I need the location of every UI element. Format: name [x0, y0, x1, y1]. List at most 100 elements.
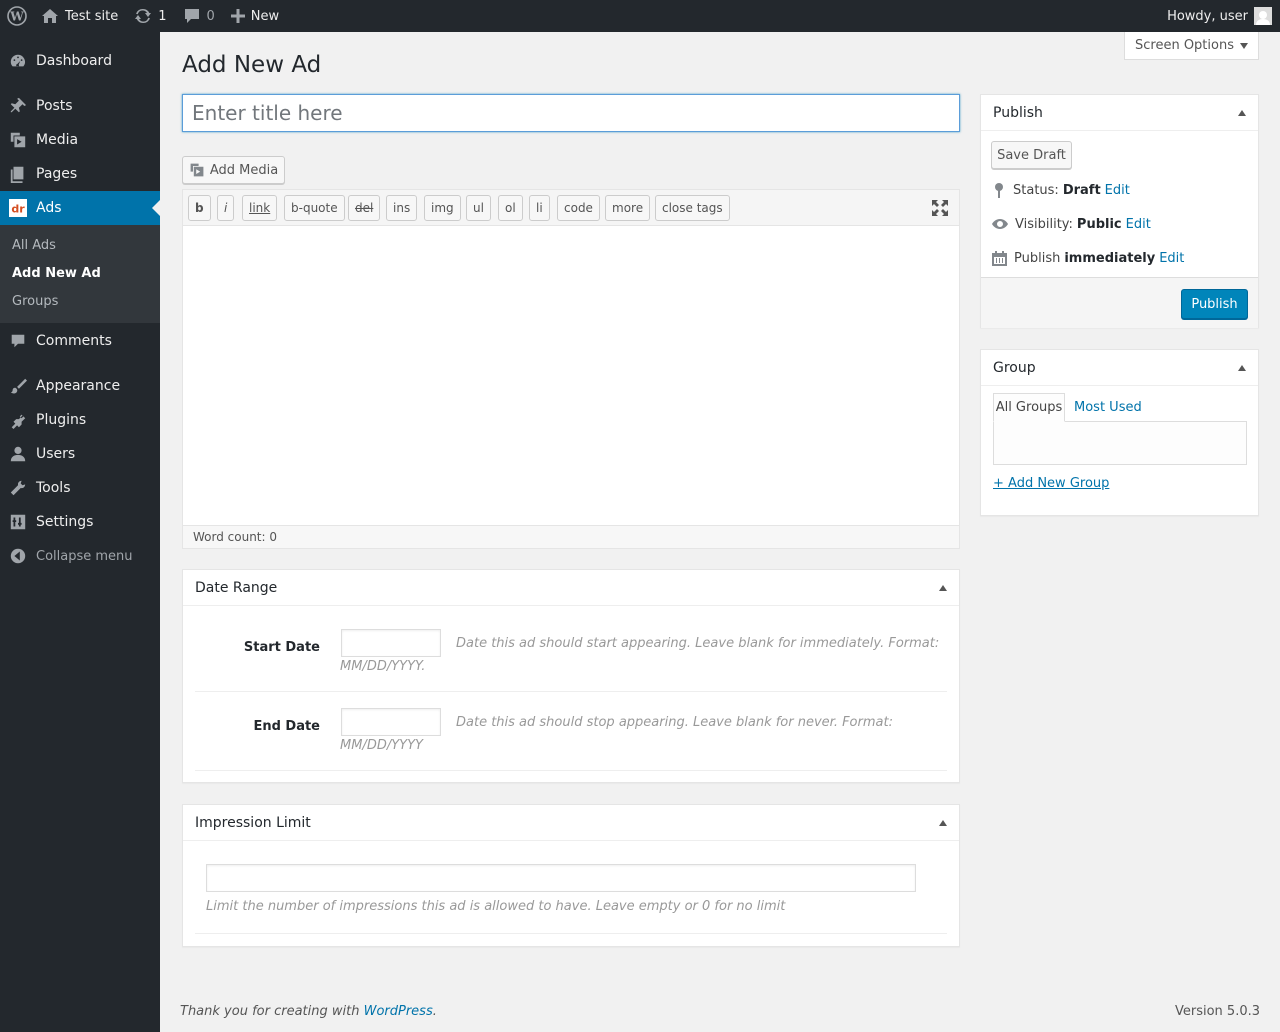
sidebar-item-media[interactable]: Media: [0, 123, 160, 157]
avatar: [1254, 7, 1272, 25]
home-icon: [42, 9, 58, 23]
divider: [195, 770, 947, 771]
sidebar-item-pages[interactable]: Pages: [0, 157, 160, 191]
impression-limit-box: Impression Limit Limit the number of imp…: [182, 804, 960, 947]
impression-limit-description: Limit the number of impressions this ad …: [206, 899, 786, 914]
submenu-groups[interactable]: Groups: [12, 294, 58, 309]
quicktags-toolbar: b i link b-quote del ins img ul ol li co…: [183, 190, 959, 226]
impression-limit-input[interactable]: [206, 864, 916, 892]
comments-link[interactable]: 0: [175, 0, 223, 32]
paintbrush-icon: [10, 378, 27, 394]
tab-most-used[interactable]: Most Used: [1074, 400, 1142, 415]
publish-button[interactable]: Publish: [1181, 289, 1248, 319]
end-date-description: Date this ad should stop appearing. Leav…: [456, 715, 893, 730]
pages-icon: [10, 166, 24, 183]
toggle-arrow-icon[interactable]: [1238, 365, 1246, 371]
box-title: Group: [993, 359, 1036, 376]
qt-img-button[interactable]: img: [424, 195, 461, 221]
screen-options-label: Screen Options: [1135, 38, 1234, 53]
fullscreen-icon[interactable]: [931, 199, 949, 217]
sidebar-item-plugins[interactable]: Plugins: [0, 403, 160, 437]
start-date-input[interactable]: [341, 629, 441, 657]
visibility-value: Public: [1076, 216, 1122, 232]
sidebar-item-appearance[interactable]: Appearance: [0, 369, 160, 403]
sidebar-item-posts[interactable]: Posts: [0, 89, 160, 123]
sidebar-item-dashboard[interactable]: Dashboard: [0, 44, 160, 78]
eye-icon: [992, 219, 1008, 229]
qt-ul-button[interactable]: ul: [466, 195, 491, 221]
new-label: New: [250, 8, 280, 24]
media-icon: [10, 132, 26, 148]
end-date-format: MM/DD/YYYY: [340, 738, 423, 753]
plugin-icon: [11, 412, 26, 429]
sidebar-item-label: Appearance: [36, 378, 121, 394]
qt-link-button[interactable]: link: [242, 195, 278, 221]
footer-thanks: Thank you for creating with WordPress.: [180, 1004, 437, 1019]
qt-bold-button[interactable]: b: [188, 195, 211, 221]
plus-icon: [230, 9, 245, 23]
publish-date-value: immediately: [1064, 251, 1156, 266]
edit-status-link[interactable]: Edit: [1105, 183, 1130, 198]
new-content-link[interactable]: New: [223, 0, 287, 32]
impression-limit-header[interactable]: Impression Limit: [183, 805, 959, 841]
collapse-label: Collapse menu: [36, 548, 133, 564]
start-date-description: Date this ad should start appearing. Lea…: [456, 636, 940, 651]
sidebar-item-label: Posts: [36, 98, 73, 114]
divider: [195, 691, 947, 692]
publish-box: Publish Save Draft Status: Draft Edit Vi…: [980, 94, 1259, 328]
publish-header[interactable]: Publish: [981, 95, 1258, 131]
active-indicator: [152, 200, 160, 216]
my-account[interactable]: Howdy, user: [1167, 0, 1272, 32]
settings-icon: [10, 514, 26, 530]
add-new-group-link[interactable]: + Add New Group: [993, 476, 1109, 491]
site-name-link[interactable]: Test site: [35, 0, 126, 32]
sidebar-item-settings[interactable]: Settings: [0, 505, 160, 539]
sidebar-item-ads[interactable]: dr Ads: [0, 191, 160, 225]
qt-ins-button[interactable]: ins: [386, 195, 418, 221]
screen-options-button[interactable]: Screen Options: [1124, 32, 1259, 60]
group-header[interactable]: Group: [981, 350, 1258, 386]
add-media-button[interactable]: Add Media: [182, 156, 285, 184]
end-date-input[interactable]: [341, 708, 441, 736]
wordpress-link[interactable]: WordPress: [364, 1004, 433, 1019]
sidebar-item-label: Dashboard: [36, 53, 112, 69]
title-input[interactable]: [182, 94, 960, 132]
toggle-arrow-icon[interactable]: [939, 820, 947, 826]
group-list-panel: [993, 421, 1247, 465]
page-title: Add New Ad: [182, 52, 322, 78]
media-icon: [190, 163, 204, 177]
collapse-menu-button[interactable]: Collapse menu: [0, 539, 160, 573]
user-icon: [10, 446, 26, 462]
dashboard-icon: [10, 54, 25, 67]
qt-italic-button[interactable]: i: [217, 195, 235, 221]
qt-more-button[interactable]: more: [605, 195, 651, 221]
footer-version: Version 5.0.3: [1174, 1004, 1260, 1019]
comment-bubble-icon: [184, 9, 199, 23]
toggle-arrow-icon[interactable]: [939, 585, 947, 591]
content-textarea[interactable]: [183, 226, 959, 526]
qt-ol-button[interactable]: ol: [498, 195, 523, 221]
sidebar-item-users[interactable]: Users: [0, 437, 160, 471]
edit-publish-date-link[interactable]: Edit: [1159, 251, 1184, 266]
qt-blockquote-button[interactable]: b-quote: [284, 195, 345, 221]
toggle-arrow-icon[interactable]: [1238, 110, 1246, 116]
add-media-label: Add Media: [209, 162, 279, 178]
calendar-icon: [992, 251, 1007, 266]
sidebar-item-comments[interactable]: Comments: [0, 324, 160, 358]
save-draft-button[interactable]: Save Draft: [991, 141, 1072, 169]
submenu-add-new-ad[interactable]: Add New Ad: [12, 266, 101, 281]
date-range-header[interactable]: Date Range: [183, 570, 959, 606]
wordpress-logo-icon[interactable]: W: [0, 0, 35, 32]
tab-all-groups[interactable]: All Groups: [993, 393, 1065, 422]
qt-del-button[interactable]: del: [348, 195, 381, 221]
submenu-all-ads[interactable]: All Ads: [12, 238, 56, 253]
edit-visibility-link[interactable]: Edit: [1126, 217, 1151, 232]
sidebar-item-tools[interactable]: Tools: [0, 471, 160, 505]
group-box: Group All Groups Most Used + Add New Gro…: [980, 349, 1259, 516]
qt-code-button[interactable]: code: [557, 195, 600, 221]
qt-li-button[interactable]: li: [529, 195, 550, 221]
qt-close-tags-button[interactable]: close tags: [655, 195, 730, 221]
updates-link[interactable]: 1: [126, 0, 174, 32]
updates-icon: [135, 8, 152, 24]
avatar-silhouette-icon: [1256, 11, 1270, 25]
